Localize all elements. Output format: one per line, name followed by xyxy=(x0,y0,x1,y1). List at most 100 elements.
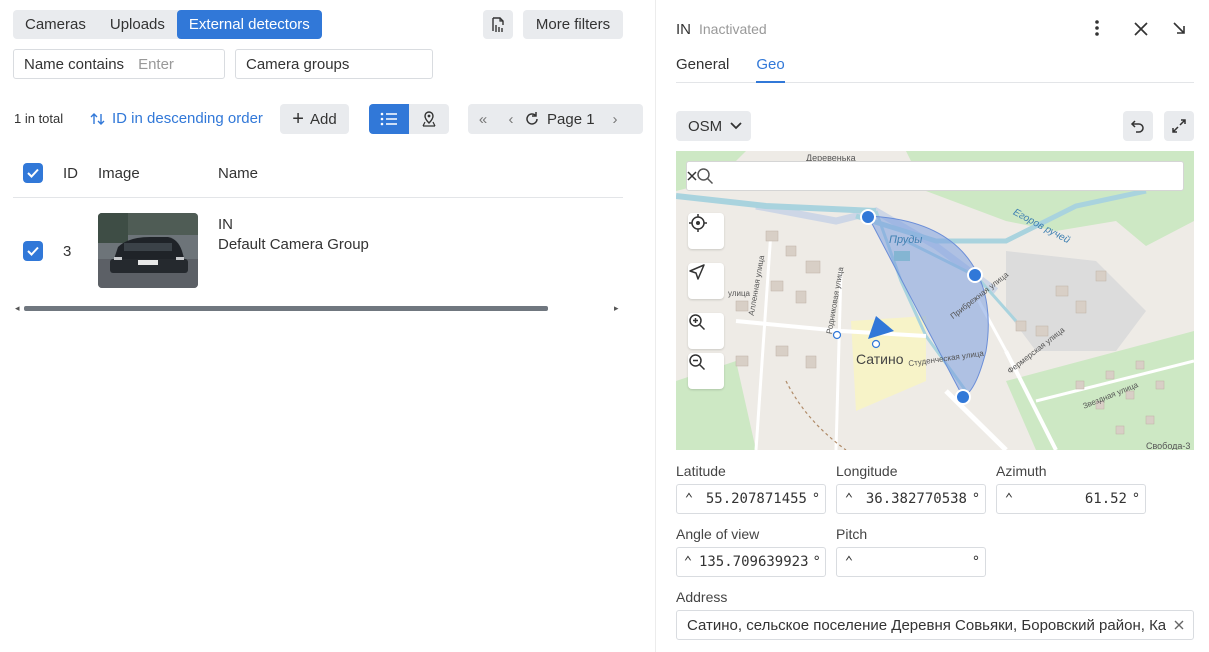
header-divider xyxy=(13,197,623,198)
camera-detail-panel: IN Inactivated General Geo OSM Пруды Сат… xyxy=(655,0,1209,652)
angle-field[interactable]: ⌃ 135.709639923 ° xyxy=(676,547,826,577)
fullscreen-button[interactable] xyxy=(1164,111,1194,141)
column-header-image: Image xyxy=(98,165,140,182)
camera-thumbnail[interactable] xyxy=(98,213,198,288)
page-label: Page 1 xyxy=(547,110,595,128)
degree-unit: ° xyxy=(971,491,981,507)
name-filter-input[interactable]: Name contains Enter xyxy=(13,49,225,79)
add-button[interactable]: + Add xyxy=(280,104,349,134)
address-label: Address xyxy=(676,589,728,605)
geo-map[interactable]: Пруды Сатино Егоров ручей Прибрежная ули… xyxy=(676,151,1194,450)
pitch-field[interactable]: ⌃ ° xyxy=(836,547,986,577)
angle-label: Angle of view xyxy=(676,526,760,542)
more-icon[interactable] xyxy=(1092,17,1102,39)
tab-external-detectors[interactable]: External detectors xyxy=(176,10,322,39)
angle-value: 135.709639923 xyxy=(698,554,809,570)
degree-unit: ° xyxy=(1131,491,1141,507)
stepper-icon[interactable]: ⌃ xyxy=(997,491,1021,507)
detail-tabs: General Geo xyxy=(676,56,1194,83)
latitude-label: Latitude xyxy=(676,463,726,479)
zoom-out-icon xyxy=(689,354,706,371)
stepper-icon[interactable]: ⌃ xyxy=(677,491,701,507)
check-icon xyxy=(27,246,39,256)
zoom-in-icon xyxy=(689,314,706,331)
scroll-left-arrow[interactable]: ◂ xyxy=(15,303,20,314)
clear-address-icon[interactable] xyxy=(1174,620,1184,630)
longitude-label: Longitude xyxy=(836,463,898,479)
stepper-icon[interactable]: ⌃ xyxy=(837,491,861,507)
zoom-in-button[interactable] xyxy=(688,313,724,349)
address-value: Сатино, сельское поселение Деревня Совья… xyxy=(687,616,1167,634)
collapse-icon[interactable] xyxy=(1172,21,1186,38)
stepper-icon[interactable]: ⌃ xyxy=(677,554,699,570)
horizontal-scrollbar[interactable] xyxy=(24,306,548,311)
map-source-label: OSM xyxy=(688,117,723,135)
prev-page-icon[interactable]: ‹ xyxy=(498,111,524,128)
select-all-checkbox[interactable] xyxy=(23,163,43,183)
detail-title: IN xyxy=(676,21,691,38)
longitude-value: 36.382770538 xyxy=(865,491,967,507)
stepper-icon[interactable]: ⌃ xyxy=(837,554,861,570)
status-label: Inactivated xyxy=(699,21,767,37)
export-icon xyxy=(492,16,504,32)
clear-search-icon[interactable] xyxy=(687,171,697,181)
expand-icon xyxy=(1172,119,1186,133)
locate-button[interactable] xyxy=(688,213,724,249)
map-label-pond: Пруды xyxy=(889,234,923,246)
tab-cameras[interactable]: Cameras xyxy=(13,10,98,39)
tab-general[interactable]: General xyxy=(676,56,729,83)
name-filter-label: Name contains xyxy=(24,55,125,73)
column-header-id[interactable]: ID xyxy=(63,165,78,182)
degree-unit: ° xyxy=(811,491,821,507)
degree-unit: ° xyxy=(812,554,821,570)
row-checkbox[interactable] xyxy=(23,241,43,261)
map-view-button[interactable] xyxy=(409,104,449,134)
list-icon xyxy=(380,112,397,126)
zoom-out-button[interactable] xyxy=(688,353,724,389)
search-icon xyxy=(697,168,714,185)
sort-order-button[interactable]: ID in descending order xyxy=(90,110,263,127)
total-count: 1 in total xyxy=(14,111,64,126)
next-page-icon[interactable]: › xyxy=(613,111,618,128)
undo-icon xyxy=(1130,120,1144,133)
list-view-button[interactable] xyxy=(369,104,409,134)
map-source-select[interactable]: OSM xyxy=(676,111,751,141)
row-group: Default Camera Group xyxy=(218,236,369,253)
degree-unit: ° xyxy=(971,554,981,570)
longitude-field[interactable]: ⌃ 36.382770538 ° xyxy=(836,484,986,514)
chevron-down-icon xyxy=(730,122,742,130)
sort-order-label: ID in descending order xyxy=(112,110,263,127)
more-filters-button[interactable]: More filters xyxy=(523,10,623,39)
latitude-field[interactable]: ⌃ 55.207871455 ° xyxy=(676,484,826,514)
export-button[interactable] xyxy=(483,10,513,39)
sort-icon xyxy=(90,112,105,125)
reset-button[interactable] xyxy=(1123,111,1153,141)
crosshair-icon xyxy=(689,214,707,232)
camera-groups-select[interactable]: Camera groups xyxy=(235,49,433,79)
azimuth-label: Azimuth xyxy=(996,463,1047,479)
scroll-right-arrow[interactable]: ▸ xyxy=(614,303,619,314)
pagination: « ‹ Page 1 › xyxy=(468,104,643,134)
detail-header: IN Inactivated xyxy=(676,21,767,38)
column-header-name[interactable]: Name xyxy=(218,165,258,182)
refresh-icon[interactable] xyxy=(524,111,540,127)
row-name: IN xyxy=(218,216,233,233)
tab-geo[interactable]: Geo xyxy=(756,56,785,83)
map-search-input[interactable] xyxy=(686,161,1184,191)
name-filter-placeholder: Enter xyxy=(138,55,174,73)
plus-icon: + xyxy=(292,108,304,130)
add-label: Add xyxy=(309,110,337,128)
row-id: 3 xyxy=(63,243,72,260)
check-icon xyxy=(27,168,39,178)
camera-groups-label: Camera groups xyxy=(246,55,350,73)
pitch-label: Pitch xyxy=(836,526,868,542)
address-field[interactable]: Сатино, сельское поселение Деревня Совья… xyxy=(676,610,1194,640)
tab-uploads[interactable]: Uploads xyxy=(98,10,177,39)
latitude-value: 55.207871455 xyxy=(705,491,807,507)
first-page-icon[interactable]: « xyxy=(468,111,498,128)
navigate-button[interactable] xyxy=(688,263,724,299)
azimuth-field[interactable]: ⌃ 61.52 ° xyxy=(996,484,1146,514)
close-icon[interactable] xyxy=(1133,21,1149,40)
azimuth-value: 61.52 xyxy=(1084,491,1127,507)
source-tabs: Cameras Uploads External detectors xyxy=(13,10,322,39)
